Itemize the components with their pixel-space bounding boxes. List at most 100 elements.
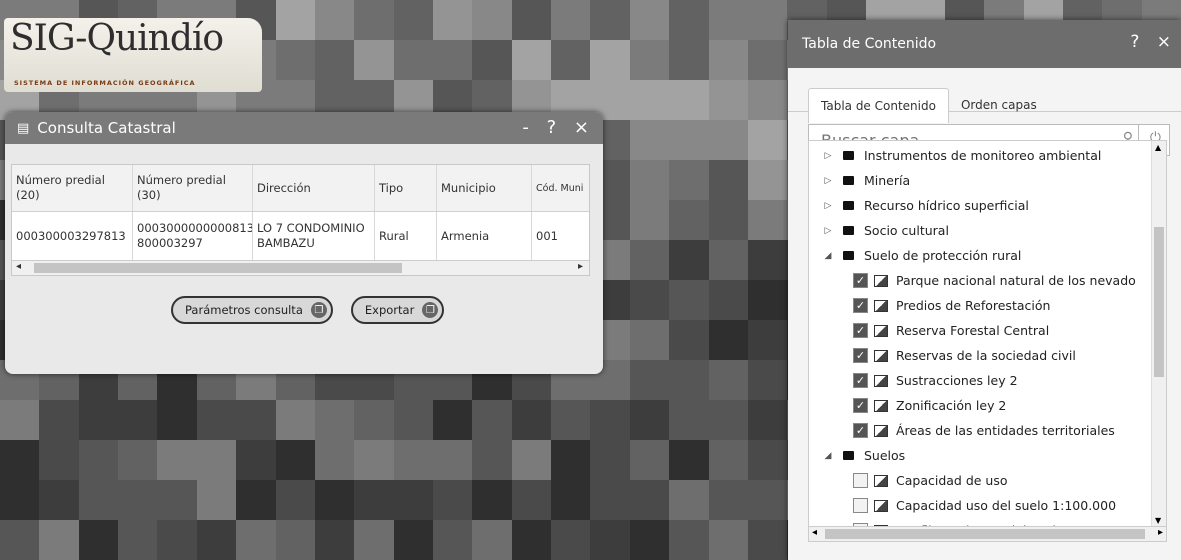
column-header[interactable]: Número predial (20) <box>12 165 133 211</box>
table-cell: 0003000000000813 800003297 <box>133 212 253 260</box>
layer-image-icon <box>874 399 888 412</box>
scroll-thumb[interactable] <box>825 529 1145 539</box>
tree-label: Predios de Reforestación <box>896 298 1051 313</box>
toc-tabs: Tabla de Contenido Orden capas <box>788 78 1181 123</box>
tree-layer[interactable]: ✓ Reservas de la sociedad civil <box>809 343 1166 368</box>
results-grid: Número predial (20) Número predial (30) Di… <box>11 164 590 276</box>
layer-checkbox[interactable] <box>853 473 868 488</box>
tree-label: Socio cultural <box>864 223 949 238</box>
table-cell: Rural <box>375 212 437 260</box>
tree-layer[interactable]: ✓ Parque nacional natural de los nevado <box>809 268 1166 293</box>
layer-checkbox[interactable]: ✓ <box>853 348 868 363</box>
logo-subtitle: SISTEMA DE INFORMACIÓN GEOGRÁFICA <box>14 79 196 87</box>
tree-folder[interactable]: ▷ Recurso hídrico superficial <box>809 193 1166 218</box>
grid-body: 000300003297813 0003000000000813 80000329… <box>12 212 589 260</box>
column-header[interactable]: Número predial (30) <box>133 165 253 211</box>
folder-icon <box>843 226 854 235</box>
toc-title: Tabla de Contenido <box>802 36 937 52</box>
expand-arrow-icon[interactable]: ▷ <box>821 176 835 186</box>
tree-layer[interactable]: Capacidad uso del suelo 1:100.000 <box>809 493 1166 518</box>
exportar-label: Exportar <box>364 303 415 317</box>
tree-folder[interactable]: ◢ Suelos <box>809 443 1166 468</box>
consulta-catastral-panel: ▤ Consulta Catastral - ? × Número predia… <box>5 112 603 374</box>
layer-image-icon <box>874 324 888 337</box>
horizontal-scrollbar[interactable]: ◂ ▸ <box>808 526 1167 542</box>
folder-icon <box>843 201 854 210</box>
tree-layer[interactable]: Capacidad de uso <box>809 468 1166 493</box>
layer-image-icon <box>874 499 888 512</box>
tree-folder[interactable]: ▷ Socio cultural <box>809 218 1166 243</box>
scroll-up-icon[interactable]: ▲ <box>1155 143 1161 152</box>
tree-folder[interactable]: ▷ Instrumentos de monitoreo ambiental <box>809 143 1166 168</box>
layer-checkbox[interactable]: ✓ <box>853 323 868 338</box>
vertical-scrollbar[interactable]: ▲ ▼ <box>1151 141 1166 527</box>
tree-layer[interactable]: ✓ Reserva Forestal Central <box>809 318 1166 343</box>
horizontal-scrollbar[interactable]: ◂ ▸ <box>12 260 589 275</box>
toc-header[interactable]: Tabla de Contenido ? × <box>788 20 1181 68</box>
app-logo: SIG-Quindío SISTEMA DE INFORMACIÓN GEOGR… <box>4 18 262 92</box>
tree-layer[interactable]: ✓ Predios de Reforestación <box>809 293 1166 318</box>
exportar-button[interactable]: Exportar ❐ <box>350 296 445 324</box>
tree-label: Capacidad uso del suelo 1:100.000 <box>896 498 1117 513</box>
layer-checkbox[interactable]: ✓ <box>853 373 868 388</box>
column-header[interactable]: Cód. Muni <box>532 165 589 211</box>
column-header[interactable]: Municipio <box>437 165 532 211</box>
tree-label: Reservas de la sociedad civil <box>896 348 1076 363</box>
window-controls[interactable]: - ? × <box>522 117 595 138</box>
layer-checkbox[interactable]: ✓ <box>853 398 868 413</box>
table-icon: ▤ <box>17 120 30 136</box>
tree-label: Minería <box>864 173 911 188</box>
scroll-left-icon[interactable]: ◂ <box>812 527 817 538</box>
tree-folder[interactable]: ▷ Minería <box>809 168 1166 193</box>
table-cell: 001 <box>536 228 558 243</box>
tabla-contenido-panel: Tabla de Contenido ? × Tabla de Contenid… <box>788 20 1181 560</box>
collapse-arrow-icon[interactable]: ◢ <box>821 251 835 261</box>
consulta-header[interactable]: ▤ Consulta Catastral - ? × <box>5 112 603 144</box>
tab-orden-capas[interactable]: Orden capas <box>949 88 1049 122</box>
scroll-left-icon[interactable]: ◂ <box>16 261 21 272</box>
window-restore-icon: ❐ <box>310 302 327 318</box>
tree-label: Áreas de las entidades territoriales <box>896 423 1115 438</box>
folder-icon <box>843 176 854 185</box>
layer-image-icon <box>874 424 888 437</box>
tree-layer[interactable]: ✓ Zonificación ley 2 <box>809 393 1166 418</box>
expand-arrow-icon[interactable]: ▷ <box>821 226 835 236</box>
tree-label: Parque nacional natural de los nevado <box>896 273 1136 288</box>
tree-label: Sustracciones ley 2 <box>896 373 1018 388</box>
table-cell: LO 7 CONDOMINIO BAMBAZU <box>253 212 375 260</box>
toc-window-controls[interactable]: ? × <box>1130 32 1177 52</box>
tree-label: Zonificación ley 2 <box>896 398 1007 413</box>
scroll-right-icon[interactable]: ▸ <box>1158 527 1163 538</box>
tree-label: Reserva Forestal Central <box>896 323 1050 338</box>
tree-layer[interactable]: ✓ Sustracciones ley 2 <box>809 368 1166 393</box>
parametros-consulta-button[interactable]: Parámetros consulta ❐ <box>171 296 333 324</box>
window-restore-icon: ❐ <box>422 302 439 318</box>
scroll-down-icon[interactable]: ▼ <box>1155 516 1161 525</box>
layer-checkbox[interactable]: ✓ <box>853 298 868 313</box>
grid-header: Número predial (20) Número predial (30) Di… <box>12 165 589 212</box>
layer-checkbox[interactable]: ✓ <box>853 273 868 288</box>
folder-icon <box>843 451 854 460</box>
scroll-right-icon[interactable]: ▸ <box>578 261 583 272</box>
tab-tabla-contenido[interactable]: Tabla de Contenido <box>808 88 949 123</box>
layer-image-icon <box>874 299 888 312</box>
consulta-title: Consulta Catastral <box>37 119 176 137</box>
collapse-arrow-icon[interactable]: ◢ <box>821 451 835 461</box>
table-cell: 000300003297813 <box>12 212 133 260</box>
table-row[interactable]: 000300003297813 0003000000000813 80000329… <box>12 212 589 260</box>
layer-image-icon <box>874 474 888 487</box>
layer-checkbox[interactable] <box>853 498 868 513</box>
column-header[interactable]: Tipo <box>375 165 437 211</box>
tree-folder[interactable]: ◢ Suelo de protección rural <box>809 243 1166 268</box>
scroll-thumb[interactable] <box>34 263 402 273</box>
scroll-thumb[interactable] <box>1154 227 1164 377</box>
column-header[interactable]: Dirección <box>253 165 375 211</box>
tree-label: Recurso hídrico superficial <box>864 198 1029 213</box>
tree-layer[interactable]: ✓ Áreas de las entidades territoriales <box>809 418 1166 443</box>
tree-label: Suelos <box>864 448 906 463</box>
tree-label: Instrumentos de monitoreo ambiental <box>864 148 1102 163</box>
layer-image-icon <box>874 349 888 362</box>
layer-checkbox[interactable]: ✓ <box>853 423 868 438</box>
expand-arrow-icon[interactable]: ▷ <box>821 201 835 211</box>
expand-arrow-icon[interactable]: ▷ <box>821 151 835 161</box>
